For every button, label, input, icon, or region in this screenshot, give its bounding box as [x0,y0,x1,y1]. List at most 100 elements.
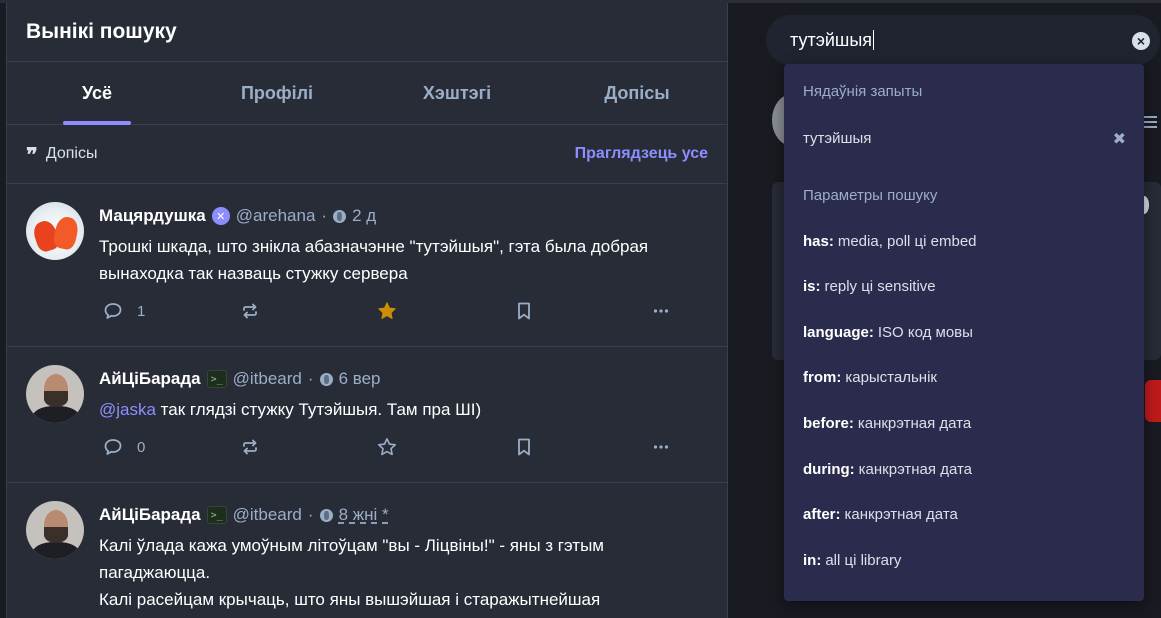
status-timestamp[interactable]: 2 д [352,206,376,226]
separator-dot: · [321,206,328,225]
see-all-link[interactable]: Праглядзець усе [575,145,708,163]
option-description: карыстальнік [845,368,937,386]
option-description: ISO код мовы [877,323,973,341]
search-option-after[interactable]: after: канкрэтная дата [784,497,1144,531]
status-timestamp[interactable]: 8 жні * [339,505,389,525]
reply-button[interactable]: 0 [103,437,240,457]
search-option-in[interactable]: in: all ці library [784,543,1144,577]
status-action-bar: 1 [103,301,671,321]
avatar-beard [44,527,68,543]
search-results-column: Вынікі пошуку Усё Профілі Хэштэгі Допісы… [6,3,728,618]
avatar[interactable] [26,202,84,260]
status-item[interactable]: АйЦіБарада >_ @itbeard · 6 вер @jaska та… [7,347,727,483]
display-name[interactable]: АйЦіБарада [99,369,201,389]
boost-button[interactable] [240,437,377,457]
display-name[interactable]: Мацярдушка [99,206,206,226]
search-option-before[interactable]: before: канкрэтная дата [784,406,1144,440]
status-header: АйЦіБарада >_ @itbeard · 8 жні * [99,505,389,525]
section-label: Допісы [45,145,98,162]
more-button[interactable] [651,301,671,321]
option-key: before: [803,414,854,432]
status-item[interactable]: Мацярдушка ✕ @arehana · 2 д Трошкі шкада… [7,184,727,347]
menu-icon[interactable] [1143,116,1157,128]
avatar-beard [44,391,68,407]
posts-section-header: ❞ Допісы Праглядзець усе [7,125,727,184]
page-title: Вынікі пошуку [26,20,177,43]
option-description: all ці library [825,551,902,569]
option-description: канкрэтная дата [857,414,972,432]
account-handle[interactable]: @itbeard [233,505,302,525]
tab-profiles[interactable]: Профілі [187,62,367,124]
status-action-bar: 0 [103,437,671,457]
status-text: так глядзі стужку Тутэйшыя. Там пра ШІ) [155,400,482,419]
boost-button[interactable] [240,301,377,321]
globe-icon [319,372,333,386]
more-horizontal-icon [653,445,669,449]
bookmark-icon [518,302,530,320]
tab-hashtags[interactable]: Хэштэгі [367,62,547,124]
section-title: ❞ Допісы [26,145,97,163]
reply-icon [104,439,122,455]
boost-icon [243,439,257,455]
remove-recent-icon[interactable]: ✖ [1113,129,1126,149]
more-horizontal-icon [653,309,669,313]
recent-search-item[interactable]: тутэйшыя ✖ [784,120,1144,156]
publish-button[interactable] [1145,380,1161,422]
search-option-is[interactable]: is: reply ці sensitive [784,269,1144,303]
star-filled-icon [378,302,396,319]
boost-icon [243,303,257,319]
tab-posts[interactable]: Допісы [547,62,727,124]
clear-search-icon[interactable]: × [1132,32,1150,50]
option-key: from: [803,368,842,386]
status-header: Мацярдушка ✕ @arehana · 2 д [99,206,376,226]
star-icon [378,438,396,456]
search-input-value: тутэйшыя [790,29,873,50]
status-header: АйЦіБарада >_ @itbeard · 6 вер [99,369,381,389]
status-paragraph: Калі ўлада кажа умоўным літоўцам "вы - Л… [99,536,604,582]
bookmark-button[interactable] [514,301,651,321]
display-name[interactable]: АйЦіБарада [99,505,201,525]
reply-count: 0 [137,438,146,456]
favourite-button[interactable] [377,301,514,321]
status-timestamp[interactable]: 6 вер [339,369,381,389]
search-input[interactable]: тутэйшыя × [766,15,1160,65]
avatar[interactable] [26,501,84,559]
search-suggestions-dropdown: Нядаўнія запыты тутэйшыя ✖ Параметры пош… [784,64,1144,601]
status-content: @jaska так глядзі стужку Тутэйшыя. Там п… [99,396,699,423]
search-option-from[interactable]: from: карыстальнік [784,360,1144,394]
avatar-body [32,542,80,559]
verified-badge-icon: ✕ [211,207,230,225]
bookmark-button[interactable] [514,437,651,457]
status-item[interactable]: АйЦіБарада >_ @itbeard · 8 жні * Калі ўл… [7,483,727,618]
avatar-body [32,406,80,423]
account-handle[interactable]: @itbeard [233,369,302,389]
search-option-language[interactable]: language: ISO код мовы [784,315,1144,349]
option-key: is: [803,277,821,295]
bot-badge-icon: >_ [206,370,227,388]
search-option-has[interactable]: has: media, poll ці embed [784,224,1144,258]
option-key: in: [803,551,822,569]
reply-icon [104,303,122,319]
separator-dot: · [307,505,314,524]
mention-link[interactable]: @jaska [99,400,156,419]
reply-button[interactable]: 1 [103,301,240,321]
separator-dot: · [307,369,314,388]
option-key: has: [803,232,834,250]
text-caret [873,30,875,50]
favourite-button[interactable] [377,437,514,457]
column-header: Вынікі пошуку [7,3,727,62]
search-option-during[interactable]: during: канкрэтная дата [784,452,1144,486]
option-description: reply ці sensitive [824,277,936,295]
quote-icon: ❞ [26,147,38,161]
option-description: канкрэтная дата [844,505,958,523]
reply-count: 1 [137,302,146,320]
option-description: media, poll ці embed [837,232,977,250]
status-content: Калі ўлада кажа умоўным літоўцам "вы - Л… [99,532,699,613]
search-options-heading: Параметры пошуку [803,187,938,204]
account-handle[interactable]: @arehana [236,206,316,226]
tab-all[interactable]: Усё [7,62,187,124]
avatar[interactable] [26,365,84,423]
option-key: during: [803,460,855,478]
more-button[interactable] [651,437,671,457]
recent-search-label: тутэйшыя [803,129,872,147]
